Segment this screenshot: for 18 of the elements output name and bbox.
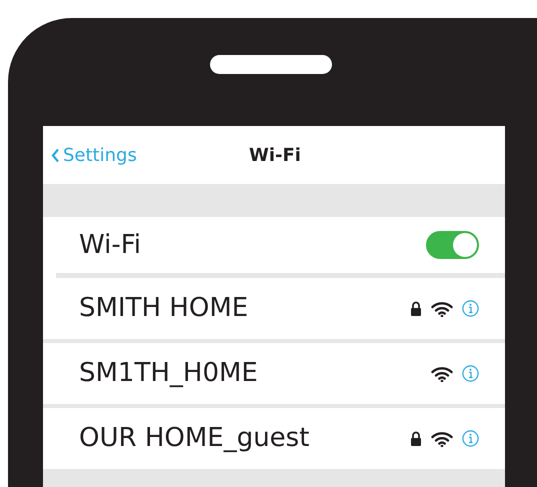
info-icon[interactable] (462, 300, 479, 317)
wifi-signal-icon (431, 366, 453, 382)
network-row[interactable]: OUR HOME_guest (43, 408, 505, 469)
network-name: SM1TH_H0ME (79, 357, 259, 390)
screen-title: Wi-Fi (249, 144, 301, 168)
info-icon[interactable] (462, 365, 479, 382)
chevron-left-icon (51, 148, 60, 162)
wifi-switch[interactable] (426, 231, 479, 259)
network-row[interactable]: SMITH HOME (43, 278, 505, 339)
wifi-label: Wi-Fi (79, 228, 142, 262)
lock-icon (410, 431, 422, 446)
lock-icon (410, 301, 422, 316)
info-icon[interactable] (462, 430, 479, 447)
network-name: SMITH HOME (79, 292, 250, 325)
wifi-signal-icon (431, 430, 453, 446)
network-row[interactable]: SM1TH_H0ME (43, 343, 505, 404)
wifi-signal-icon (431, 300, 453, 316)
network-name: OUR HOME_guest (79, 422, 310, 455)
